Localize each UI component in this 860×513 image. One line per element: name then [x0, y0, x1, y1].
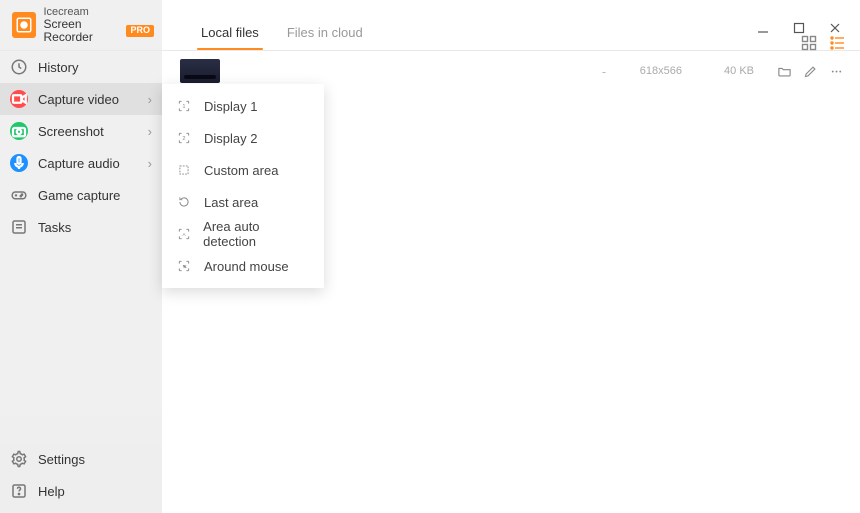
- sidebar-item-help[interactable]: Help: [0, 475, 162, 507]
- gamepad-icon: [10, 186, 28, 204]
- sidebar-item-label: Settings: [38, 452, 152, 467]
- window-minimize[interactable]: [756, 21, 770, 35]
- sidebar-item-capture-audio[interactable]: Capture audio ›: [0, 147, 162, 179]
- gear-icon: [10, 450, 28, 468]
- sidebar-item-label: Capture video: [38, 92, 138, 107]
- edit-button[interactable]: [802, 63, 818, 79]
- submenu-label: Last area: [204, 195, 258, 210]
- custom-area-icon: [176, 162, 192, 178]
- window-close[interactable]: [828, 21, 842, 35]
- svg-text:2: 2: [183, 136, 186, 142]
- sidebar-item-settings[interactable]: Settings: [0, 443, 162, 475]
- submenu-display-2[interactable]: 2 Display 2: [162, 122, 324, 154]
- capture-video-submenu: 1 Display 1 2 Display 2 Custom area Last…: [162, 84, 324, 288]
- sidebar-item-label: Screenshot: [38, 124, 138, 139]
- submenu-label: Display 2: [204, 131, 257, 146]
- pro-badge: PRO: [126, 25, 154, 37]
- more-button[interactable]: [828, 63, 844, 79]
- chevron-right-icon: ›: [148, 124, 152, 139]
- video-icon: [10, 90, 28, 108]
- tab-files-in-cloud[interactable]: Files in cloud: [273, 25, 377, 50]
- app-logo-area: Icecream Screen Recorder PRO: [0, 0, 162, 50]
- auto-detect-icon: A: [176, 226, 191, 242]
- sidebar-item-screenshot[interactable]: Screenshot ›: [0, 115, 162, 147]
- sidebar-item-label: Capture audio: [38, 156, 138, 171]
- history-icon: [10, 58, 28, 76]
- svg-text:1: 1: [183, 104, 186, 110]
- around-mouse-icon: [176, 258, 192, 274]
- file-duration: -: [598, 64, 610, 79]
- tab-local-files[interactable]: Local files: [187, 25, 273, 50]
- submenu-label: Around mouse: [204, 259, 289, 274]
- window-maximize[interactable]: [792, 21, 806, 35]
- tasks-icon: [10, 218, 28, 236]
- submenu-label: Custom area: [204, 163, 278, 178]
- camera-icon: [10, 122, 28, 140]
- chevron-right-icon: ›: [148, 92, 152, 107]
- help-icon: [10, 482, 28, 500]
- file-thumbnail: [180, 59, 220, 83]
- submenu-display-1[interactable]: 1 Display 1: [162, 90, 324, 122]
- sidebar-item-game-capture[interactable]: Game capture: [0, 179, 162, 211]
- svg-text:A: A: [182, 232, 186, 237]
- file-dimensions: 618x566: [622, 65, 682, 77]
- last-area-icon: [176, 194, 192, 210]
- file-size: 40 KB: [694, 65, 754, 77]
- submenu-area-auto-detection[interactable]: A Area auto detection: [162, 218, 324, 250]
- display-1-icon: 1: [176, 98, 192, 114]
- sidebar-item-label: Help: [38, 484, 152, 499]
- submenu-last-area[interactable]: Last area: [162, 186, 324, 218]
- view-grid-button[interactable]: [800, 34, 818, 52]
- display-2-icon: 2: [176, 130, 192, 146]
- sidebar-item-label: Tasks: [38, 220, 152, 235]
- submenu-label: Display 1: [204, 99, 257, 114]
- app-logo-icon: [12, 12, 36, 38]
- sidebar-item-history[interactable]: History: [0, 51, 162, 83]
- sidebar-item-label: History: [38, 60, 152, 75]
- app-name: Screen Recorder: [44, 18, 123, 44]
- submenu-custom-area[interactable]: Custom area: [162, 154, 324, 186]
- view-list-button[interactable]: [828, 34, 846, 52]
- open-folder-button[interactable]: [776, 63, 792, 79]
- sidebar-item-capture-video[interactable]: Capture video ›: [0, 83, 162, 115]
- mic-icon: [10, 154, 28, 172]
- chevron-right-icon: ›: [148, 156, 152, 171]
- sidebar-item-label: Game capture: [38, 188, 152, 203]
- submenu-around-mouse[interactable]: Around mouse: [162, 250, 324, 282]
- sidebar-item-tasks[interactable]: Tasks: [0, 211, 162, 243]
- submenu-label: Area auto detection: [203, 219, 310, 249]
